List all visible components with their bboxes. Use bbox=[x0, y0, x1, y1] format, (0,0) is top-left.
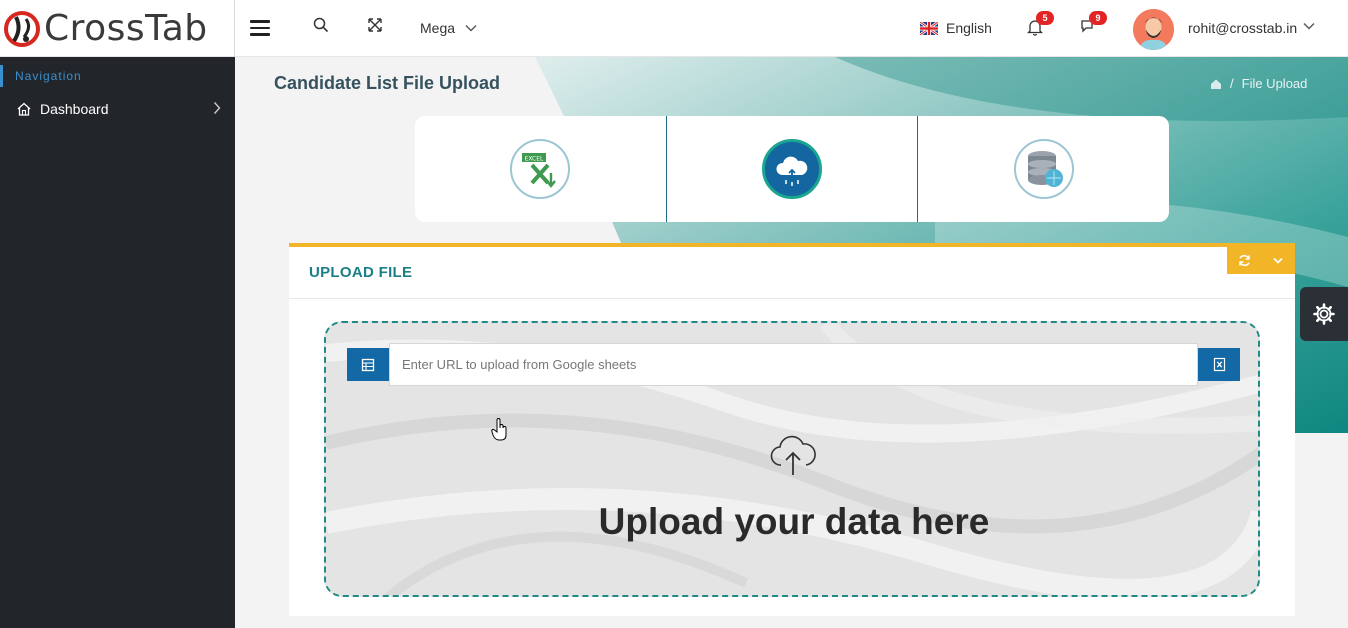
notifications-badge: 5 bbox=[1036, 11, 1054, 25]
google-sheets-url-input[interactable] bbox=[389, 343, 1198, 386]
refresh-icon bbox=[1238, 254, 1250, 267]
spreadsheet-icon bbox=[361, 358, 375, 371]
messages-button[interactable]: 9 bbox=[1080, 11, 1107, 40]
sidebar: Navigation Dashboard bbox=[0, 57, 235, 628]
svg-text:EXCEL: EXCEL bbox=[525, 156, 544, 163]
search-icon[interactable] bbox=[313, 17, 329, 33]
avatar-icon bbox=[1133, 9, 1174, 50]
chevron-down-icon bbox=[465, 25, 477, 32]
top-header: CrossTab Mega English 5 9 rohit@crosstab… bbox=[0, 0, 1348, 57]
gear-icon bbox=[1313, 303, 1335, 325]
card-title: UPLOAD FILE bbox=[309, 264, 413, 281]
uk-flag-icon bbox=[920, 21, 938, 35]
fullscreen-icon[interactable] bbox=[367, 17, 383, 33]
settings-panel-toggle[interactable] bbox=[1300, 287, 1348, 341]
sheets-button[interactable] bbox=[347, 348, 389, 381]
pointer-cursor-icon bbox=[491, 418, 507, 441]
chevron-right-icon bbox=[213, 102, 221, 114]
language-selector[interactable]: English bbox=[920, 20, 992, 36]
excel-url-button[interactable] bbox=[1198, 348, 1240, 381]
sidebar-item-dashboard[interactable]: Dashboard bbox=[0, 95, 235, 123]
step-database[interactable] bbox=[918, 116, 1169, 222]
messages-badge: 9 bbox=[1089, 11, 1107, 25]
menu-toggle-button[interactable] bbox=[250, 20, 270, 36]
main-content: Candidate List File Upload / File Upload… bbox=[235, 57, 1348, 628]
chevron-down-icon[interactable] bbox=[1303, 22, 1315, 30]
step-upload[interactable] bbox=[667, 116, 919, 222]
breadcrumb-current: File Upload bbox=[1241, 76, 1308, 91]
excel-icon: EXCEL bbox=[522, 153, 557, 188]
url-input-group bbox=[347, 343, 1240, 386]
brand-name: CrossTab bbox=[44, 7, 208, 49]
upload-file-card: UPLOAD FILE Enter URL to upload from Goo… bbox=[289, 243, 1295, 616]
upload-prompt: Upload your data here bbox=[598, 501, 990, 542]
excel-file-icon bbox=[1213, 357, 1225, 372]
file-dropzone[interactable]: Upload your data here bbox=[324, 321, 1260, 597]
sidebar-item-label: Dashboard bbox=[40, 101, 109, 117]
database-icon bbox=[1027, 151, 1063, 187]
upload-steps: EXCEL bbox=[415, 116, 1169, 222]
home-icon[interactable] bbox=[1210, 78, 1222, 90]
collapse-button[interactable] bbox=[1261, 247, 1295, 274]
card-tools bbox=[1227, 247, 1295, 274]
mega-menu-dropdown[interactable]: Mega bbox=[420, 20, 477, 36]
chevron-down-icon bbox=[1273, 257, 1283, 264]
logo-icon bbox=[4, 10, 40, 47]
step-select-excel[interactable]: EXCEL bbox=[415, 116, 667, 222]
page-title: Candidate List File Upload bbox=[274, 73, 501, 93]
notifications-button[interactable]: 5 bbox=[1026, 11, 1054, 41]
sidebar-heading: Navigation bbox=[0, 65, 235, 87]
card-header: UPLOAD FILE bbox=[289, 247, 1295, 299]
user-avatar[interactable] bbox=[1133, 9, 1174, 50]
refresh-button[interactable] bbox=[1227, 247, 1261, 274]
cloud-upload-icon bbox=[776, 156, 808, 186]
user-email[interactable]: rohit@crosstab.in bbox=[1188, 20, 1297, 36]
language-label: English bbox=[946, 20, 992, 36]
brand-logo[interactable]: CrossTab bbox=[0, 0, 235, 57]
upload-cloud-icon bbox=[770, 435, 816, 475]
breadcrumb: / File Upload bbox=[1210, 76, 1307, 91]
home-icon bbox=[17, 102, 31, 116]
mega-menu-label: Mega bbox=[420, 20, 456, 36]
